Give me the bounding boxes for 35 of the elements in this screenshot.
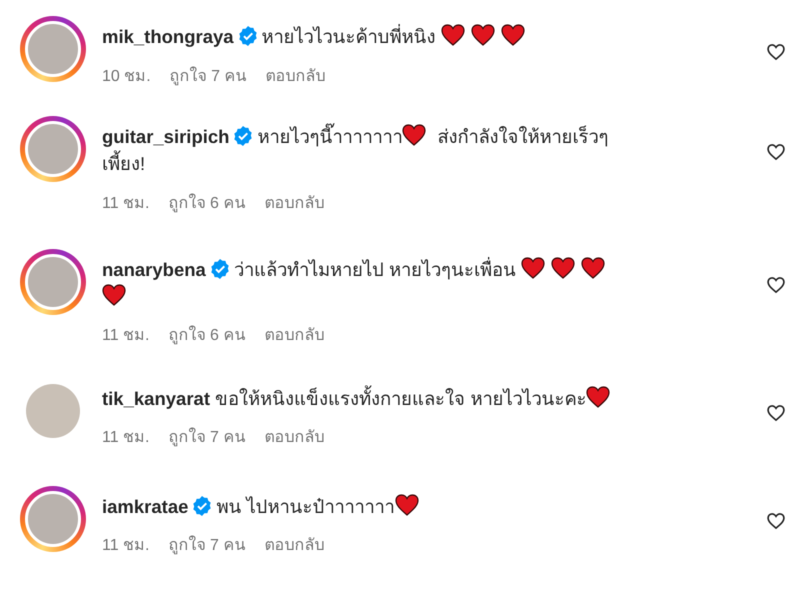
comment-time: 11 ชม. xyxy=(102,537,150,554)
heart-icon xyxy=(440,24,465,46)
comment-time: 11 ชม. xyxy=(102,194,150,212)
username-link[interactable]: tik_kanyarat xyxy=(102,388,210,409)
comment-time: 10 ชม. xyxy=(102,68,151,85)
username-link[interactable]: iamkratae xyxy=(102,496,188,517)
username-link[interactable]: nanarybena xyxy=(102,258,206,280)
heart-icon xyxy=(586,386,610,408)
comment-text: tik_kanyarat ขอให้หนิงแข็งแรงทั้งกายและใจ หายไวไวนะคะ xyxy=(102,386,630,412)
reply-link[interactable]: ตอบกลับ xyxy=(264,429,324,446)
like-count[interactable]: ถูกใจ 7 คน xyxy=(168,537,246,554)
reply-link[interactable]: ตอบกลับ xyxy=(264,537,324,554)
heart-icon xyxy=(551,256,576,279)
username-link[interactable]: mik_thongraya xyxy=(102,26,234,47)
comment-text: nanarybena ว่าแล้วทำไมหายไป หายไวๆนะเพื่อน xyxy=(102,256,630,310)
comment-text: iamkratae พน ไปหานะป๋าาาาาาา xyxy=(102,494,630,520)
reply-link[interactable]: ตอบกลับ xyxy=(264,327,324,344)
reply-link[interactable]: ตอบกลับ xyxy=(265,68,326,85)
heart-icon xyxy=(102,284,126,306)
heart-icon xyxy=(521,256,546,279)
heart-icon xyxy=(581,256,606,279)
heart-icon xyxy=(470,24,495,46)
like-count[interactable]: ถูกใจ 7 คน xyxy=(168,429,246,446)
heart-icon xyxy=(394,494,419,516)
like-count[interactable]: ถูกใจ 7 คน xyxy=(170,68,246,85)
heart-icon xyxy=(402,124,426,146)
like-count[interactable]: ถูกใจ 6 คน xyxy=(168,327,246,344)
reply-link[interactable]: ตอบกลับ xyxy=(264,194,324,212)
comment-text: guitar_siripich หายไวๆนี๊าาาาาาา ส่งกำลังใจให้หายเร็วๆเพี้ยง! xyxy=(102,124,630,178)
comment-time: 11 ชม. xyxy=(102,327,150,344)
heart-icon xyxy=(500,24,525,46)
comment-time: 11 ชม. xyxy=(102,429,150,446)
comment-text: mik_thongraya หายไวไวนะค้าบพี่หนิง xyxy=(102,24,630,51)
like-count[interactable]: ถูกใจ 6 คน xyxy=(168,194,246,212)
username-link[interactable]: guitar_siripich xyxy=(102,126,230,147)
